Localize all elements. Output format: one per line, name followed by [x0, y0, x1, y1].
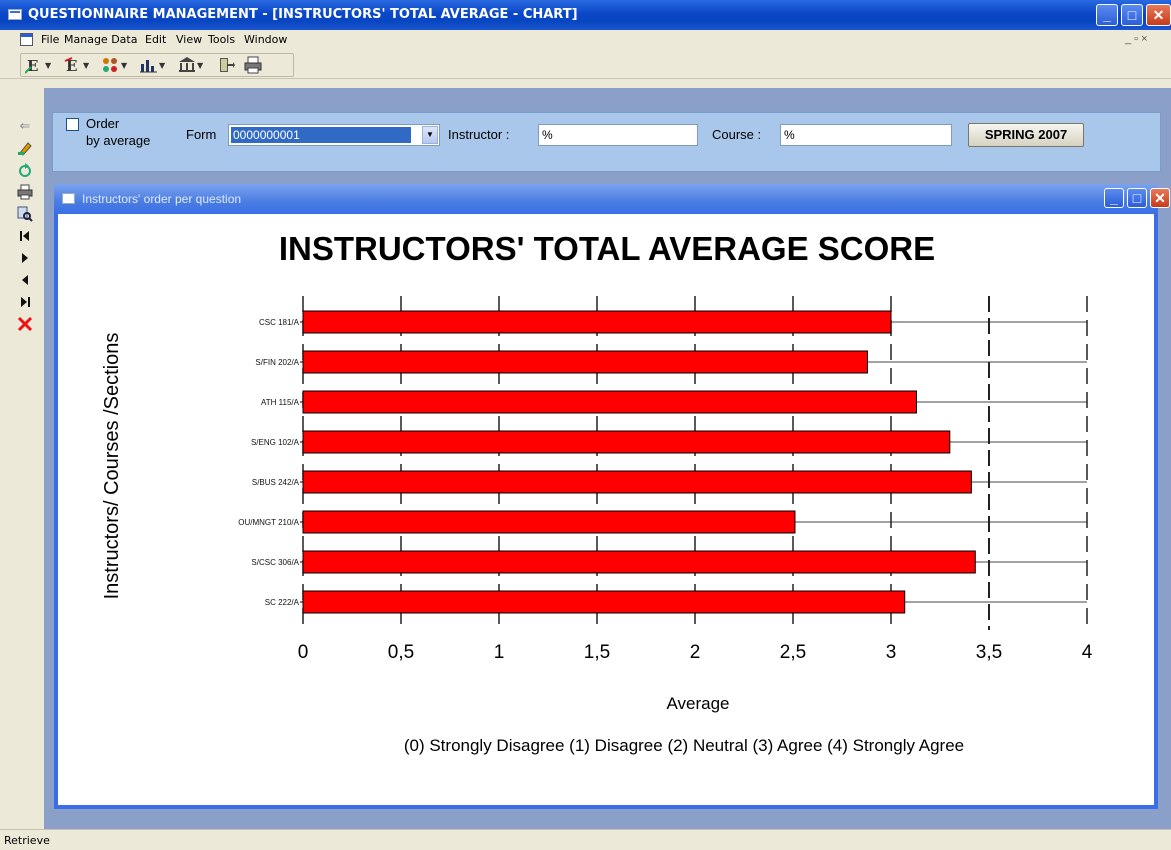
search-icon[interactable] — [17, 206, 33, 222]
app-icon — [8, 9, 22, 20]
bar — [302, 430, 951, 454]
toolbar-group: E ▼ E ▼ ▼ ▼ ▼ — [20, 53, 294, 77]
main-toolbar: E ▼ E ▼ ▼ ▼ ▼ — [0, 50, 1171, 79]
maximize-icon: □ — [1127, 7, 1137, 23]
menu-bar: File Manage Data Edit View Tools Window … — [0, 30, 1171, 50]
bar — [302, 350, 868, 374]
x-tick-label: 3,5 — [976, 642, 1002, 663]
first-record-icon[interactable] — [17, 228, 33, 244]
chart: INSTRUCTORS' TOTAL AVERAGE SCORE Instruc… — [101, 230, 1093, 755]
bar — [302, 470, 972, 494]
bar — [302, 390, 917, 414]
app-title-bar: QUESTIONNAIRE MANAGEMENT - [INSTRUCTORS'… — [0, 0, 1171, 30]
bank-icon[interactable]: ▼ — [177, 56, 211, 74]
print-icon[interactable] — [243, 56, 277, 74]
y-tick-label: S/CSC 306/A — [251, 558, 299, 567]
x-tick-label: 3 — [886, 642, 897, 663]
chart-y-axis-label: Instructors/ Courses /Sections — [101, 333, 123, 600]
y-tick-label: S/BUS 242/A — [252, 478, 300, 487]
maximize-button[interactable]: □ — [1121, 4, 1143, 26]
prev-record-icon[interactable] — [17, 272, 33, 288]
order-label-line2: by average — [86, 133, 151, 148]
group-icon[interactable]: ▼ — [101, 56, 135, 74]
menu-tools[interactable]: Tools — [208, 33, 235, 46]
bar — [302, 510, 796, 534]
x-tick-label: 1 — [494, 642, 505, 663]
minimize-icon: _ — [1103, 7, 1111, 23]
bar — [302, 590, 906, 614]
window-icon — [62, 193, 75, 204]
course-input[interactable]: % — [780, 124, 952, 146]
chevron-down-icon[interactable]: ▼ — [422, 126, 438, 144]
x-tick-label: 2,5 — [780, 642, 806, 663]
chart-title: INSTRUCTORS' TOTAL AVERAGE SCORE — [279, 230, 935, 267]
window-title: QUESTIONNAIRE MANAGEMENT - [INSTRUCTORS'… — [28, 7, 578, 22]
chart-icon[interactable]: ▼ — [139, 56, 173, 74]
chart-x-axis-label: Average — [666, 694, 729, 713]
x-tick-label: 1,5 — [584, 642, 610, 663]
close-icon: ✕ — [1154, 190, 1166, 206]
last-record-icon[interactable] — [17, 294, 33, 310]
inner-maximize-button[interactable]: □ — [1127, 188, 1147, 208]
bar — [302, 310, 892, 334]
bar — [302, 550, 976, 574]
close-icon: ✕ — [1152, 7, 1165, 23]
form-select-value: 0000000001 — [231, 127, 411, 143]
x-tick-label: 4 — [1082, 642, 1093, 663]
document-icon[interactable] — [20, 33, 33, 46]
next-record-icon[interactable] — [17, 250, 33, 266]
menu-window[interactable]: Window — [244, 33, 287, 46]
menu-manage-data[interactable]: Manage Data — [64, 33, 137, 46]
instructor-label: Instructor : — [448, 127, 510, 142]
back-icon[interactable]: ⇐ — [17, 118, 33, 134]
form-label: Form — [186, 127, 217, 142]
delete-icon[interactable] — [17, 316, 33, 332]
svg-text:E: E — [27, 57, 38, 74]
order-label-line1: Order — [86, 116, 120, 131]
order-by-average-checkbox[interactable] — [66, 118, 79, 131]
y-tick-label: S/ENG 102/A — [251, 438, 300, 447]
inner-close-button[interactable]: ✕ — [1150, 188, 1170, 208]
y-tick-label: SC 222/A — [265, 598, 300, 607]
export-e-icon[interactable]: E ▼ — [24, 56, 59, 75]
form-select[interactable]: 0000000001 ▼ — [228, 124, 440, 146]
minimize-icon: _ — [1110, 190, 1118, 206]
minimize-button[interactable]: _ — [1096, 4, 1118, 26]
menu-view[interactable]: View — [176, 33, 202, 46]
record-toolbar: ⇐ — [14, 110, 36, 820]
x-tick-label: 0 — [298, 642, 309, 663]
refresh-icon[interactable] — [17, 162, 33, 178]
print-icon[interactable] — [17, 184, 33, 200]
inner-minimize-button[interactable]: _ — [1104, 188, 1124, 208]
menu-file[interactable]: File — [41, 33, 59, 46]
export-e2-icon[interactable]: E ▼ — [63, 56, 97, 75]
menu-edit[interactable]: Edit — [145, 33, 166, 46]
x-tick-label: 0,5 — [388, 642, 414, 663]
season-button[interactable]: SPRING 2007 — [968, 123, 1084, 147]
mdi-controls[interactable]: _ ▫ × — [1125, 33, 1148, 45]
instructor-input[interactable]: % — [538, 124, 698, 146]
status-text: Retrieve — [4, 834, 50, 847]
chart-window-title: Instructors' order per question — [82, 192, 242, 206]
y-tick-label: S/FIN 202/A — [255, 358, 299, 367]
status-bar: Retrieve — [0, 829, 1171, 850]
maximize-icon: □ — [1132, 190, 1142, 206]
y-tick-label: OU/MNGT 210/A — [238, 518, 299, 527]
x-tick-label: 2 — [690, 642, 701, 663]
y-tick-label: ATH 115/A — [261, 398, 300, 407]
course-label: Course : — [712, 127, 762, 142]
y-tick-label: CSC 181/A — [259, 318, 300, 327]
close-button[interactable]: ✕ — [1146, 4, 1171, 26]
chart-window-title-bar: Instructors' order per question _ □ ✕ — [54, 184, 1170, 214]
edit-icon[interactable] — [17, 140, 33, 156]
rating-scale-note: (0) Strongly Disagree (1) Disagree (2) N… — [404, 736, 964, 755]
